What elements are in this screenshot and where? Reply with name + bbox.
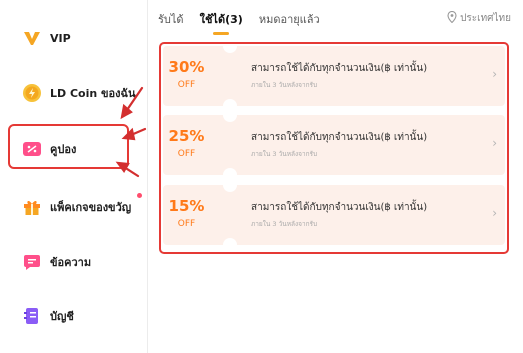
- coupon-notch: [223, 115, 237, 122]
- sidebar-item-label: แพ็คเกจของขวัญ: [50, 201, 132, 214]
- coupon-icon: [22, 139, 42, 159]
- coupon-discount: 30%: [168, 58, 205, 76]
- coupon-discount: 15%: [168, 197, 205, 215]
- coupon-notch: [223, 185, 237, 192]
- coupon-card[interactable]: 25% OFF สามารถใช้ได้กับทุกจำนวนเงิน(฿ เท…: [163, 115, 505, 175]
- sidebar: VIP LD Coin ของฉัน คูปอง แพ็คเกจของขวัญ …: [0, 0, 148, 353]
- sidebar-item-vip[interactable]: VIP: [22, 25, 71, 51]
- sidebar-item-label: LD Coin ของฉัน: [50, 87, 136, 100]
- coupon-notch: [223, 99, 237, 106]
- coupon-expiry: ภายใน 3 วันหลังจากรับ: [251, 220, 318, 228]
- coupon-discount: 25%: [168, 127, 205, 145]
- coupon-expiry: ภายใน 3 วันหลังจากรับ: [251, 81, 318, 89]
- sidebar-item-label: คูปอง: [50, 143, 77, 156]
- coupon-notch: [223, 168, 237, 175]
- chevron-right-icon: ›: [492, 67, 497, 81]
- tab-bar: รับได้ ใช้ได้(3) หมดอายุแล้ว: [158, 10, 336, 34]
- chevron-right-icon: ›: [492, 206, 497, 220]
- coupon-title: สามารถใช้ได้กับทุกจำนวนเงิน(฿ เท่านั้น): [251, 63, 428, 74]
- coupon-notch: [223, 46, 237, 53]
- coupon-title: สามารถใช้ได้กับทุกจำนวนเงิน(฿ เท่านั้น): [251, 202, 428, 213]
- region-label: ประเทศไทย: [460, 13, 511, 24]
- sidebar-item-label: ข้อความ: [50, 256, 92, 269]
- account-icon: [22, 306, 42, 326]
- sidebar-item-label: บัญชี: [50, 310, 74, 323]
- coupon-card[interactable]: 30% OFF สามารถใช้ได้กับทุกจำนวนเงิน(฿ เท…: [163, 46, 505, 106]
- coupon-off-label: OFF: [177, 80, 196, 90]
- coupon-expiry: ภายใน 3 วันหลังจากรับ: [251, 150, 318, 158]
- sidebar-item-messages[interactable]: ข้อความ: [22, 249, 91, 275]
- message-icon: [22, 252, 42, 272]
- vip-icon: [22, 28, 42, 48]
- location-pin-icon: [447, 10, 457, 26]
- sidebar-item-label: VIP: [50, 31, 71, 45]
- tab-claimable[interactable]: รับได้: [158, 10, 184, 28]
- tab-expired[interactable]: หมดอายุแล้ว: [259, 10, 320, 28]
- sidebar-item-gift-package[interactable]: แพ็คเกจของขวัญ: [22, 194, 131, 220]
- gift-icon: [22, 197, 42, 217]
- sidebar-item-account[interactable]: บัญชี: [22, 303, 74, 329]
- region-selector[interactable]: ประเทศไทย: [447, 10, 511, 26]
- coin-icon: [22, 83, 42, 103]
- coupon-title: สามารถใช้ได้กับทุกจำนวนเงิน(฿ เท่านั้น): [251, 132, 428, 143]
- coupon-off-label: OFF: [177, 219, 196, 229]
- sidebar-item-ld-coin[interactable]: LD Coin ของฉัน: [22, 80, 136, 106]
- tab-usable[interactable]: ใช้ได้(3): [200, 10, 243, 28]
- notification-dot: [137, 193, 142, 198]
- sidebar-item-coupon[interactable]: คูปอง: [22, 136, 76, 162]
- chevron-right-icon: ›: [492, 136, 497, 150]
- coupon-card[interactable]: 15% OFF สามารถใช้ได้กับทุกจำนวนเงิน(฿ เท…: [163, 185, 505, 245]
- annotation-arrows: [115, 86, 147, 178]
- coupon-off-label: OFF: [177, 149, 196, 159]
- coupon-notch: [223, 238, 237, 245]
